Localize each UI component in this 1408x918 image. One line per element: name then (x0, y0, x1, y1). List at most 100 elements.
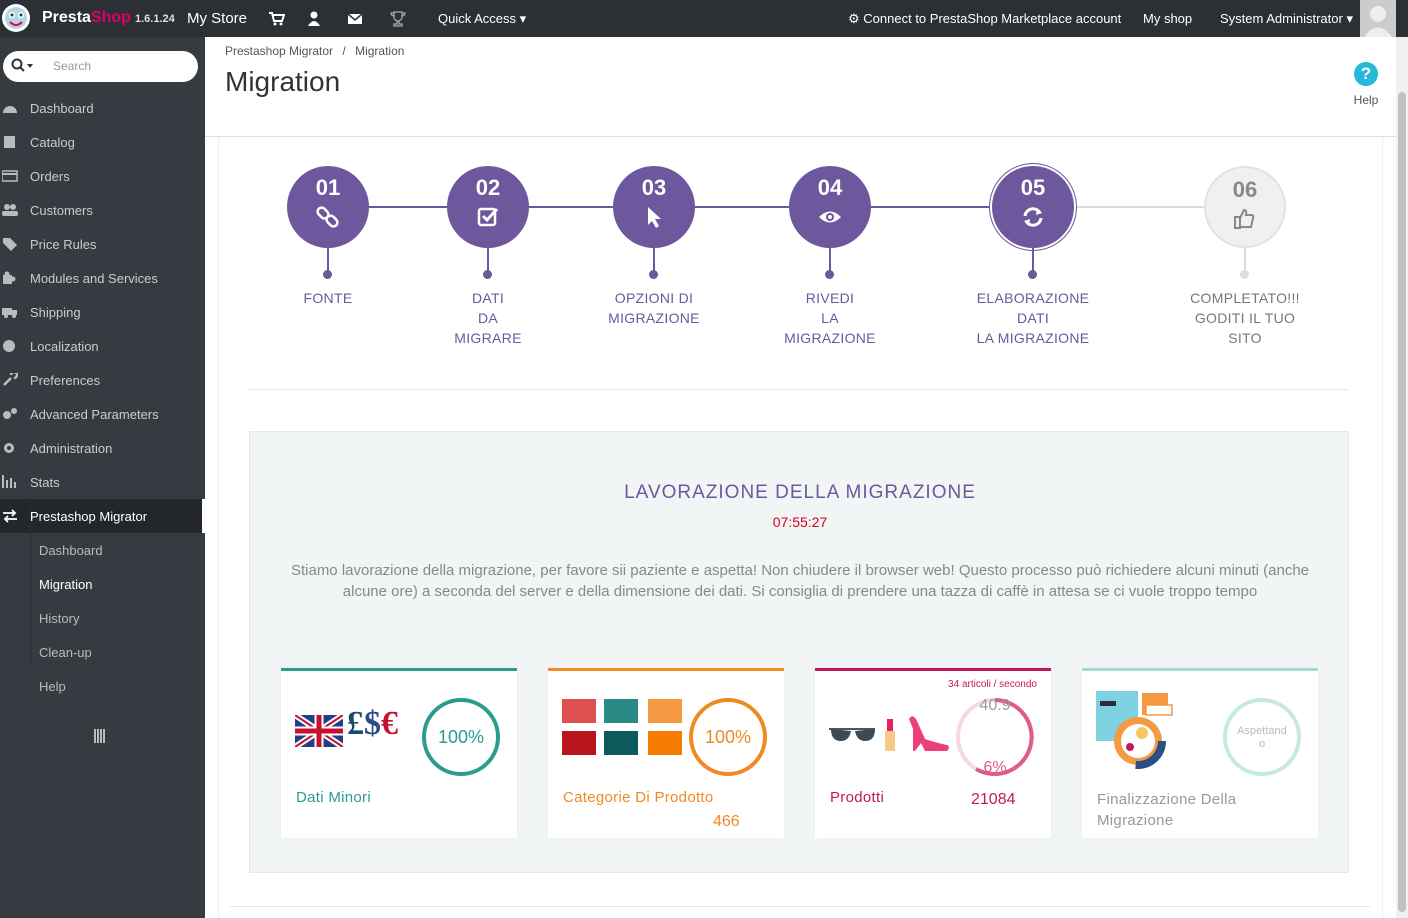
progress-title: LAVORAZIONE DELLA MIGRAZIONE (624, 482, 976, 503)
thumbs-up-icon (1234, 208, 1255, 229)
page-scrollbar[interactable] (1396, 37, 1408, 918)
sidebar-item-modules[interactable]: Modules and Services (0, 261, 205, 295)
progress-percent: 100% (437, 727, 485, 747)
card-name: Dati Minori (296, 789, 371, 806)
step-number: 02 (475, 175, 501, 200)
sidebar-item-dashboard[interactable]: Dashboard (0, 91, 205, 125)
link-icon (316, 206, 339, 228)
sidebar-item-orders[interactable]: Orders (0, 159, 205, 193)
users-icon (2, 204, 18, 216)
trophy-icon[interactable] (389, 10, 407, 28)
sidebar-item-catalog[interactable]: Catalog (0, 125, 205, 159)
uk-flag-icon (295, 715, 343, 747)
quick-access-dropdown[interactable]: Quick Access ▾ (438, 11, 526, 27)
breadcrumb: Prestashop Migrator / Migration (225, 44, 410, 58)
tags-icon (3, 238, 17, 251)
step-03: 03 (613, 166, 695, 248)
step-number: 03 (641, 175, 667, 200)
step-dot (825, 270, 834, 279)
products-icon (829, 716, 949, 751)
dashboard-icon (3, 106, 17, 113)
gear-icon (4, 443, 14, 453)
book-icon (4, 136, 15, 148)
cursor-icon (648, 207, 661, 228)
card-name: Categorie Di Prodotto (563, 789, 714, 806)
puzzle-icon (3, 271, 16, 284)
store-name-link[interactable]: My Store (187, 10, 247, 27)
rate-label: 34 articoli / secondo (948, 679, 1037, 690)
breadcrumb-item[interactable]: Prestashop Migrator (225, 44, 333, 58)
customer-icon[interactable] (305, 10, 323, 28)
migration-progress-box: LAVORAZIONE DELLA MIGRAZIONE 07:55:27 St… (249, 431, 1349, 873)
categories-grid-icon (562, 699, 682, 755)
sidebar-item-advanced-parameters[interactable]: Advanced Parameters (0, 397, 205, 431)
sidebar-item-administration[interactable]: Administration (0, 431, 205, 465)
currency-symbols: £$€ (347, 705, 398, 742)
step-label-03: OPZIONI DI MIGRAZIONE (608, 290, 700, 326)
step-06: 06 (1204, 166, 1286, 248)
finalization-icon (1096, 691, 1173, 769)
sidebar-item-stats[interactable]: Stats (0, 465, 205, 499)
cart-icon[interactable] (267, 10, 285, 28)
item-count: 466 (713, 813, 740, 830)
checkbox-icon (477, 207, 499, 227)
help-button[interactable]: ? Help (1354, 62, 1380, 107)
progress-value-top: 40.9 (979, 697, 1011, 714)
item-count: 21084 (971, 791, 1016, 808)
avatar[interactable] (1360, 0, 1396, 37)
step-dot (483, 270, 492, 279)
wrench-icon (3, 373, 18, 386)
card-prodotti: 34 articoli / secondo 40.9 6% Prodotti 2… (815, 668, 1051, 838)
card-finalizzazione: Aspettand o Finalizzazione Della Migrazion… (1082, 668, 1318, 838)
breadcrumb-item[interactable]: Migration (355, 44, 404, 58)
sidebar-item-customers[interactable]: Customers (0, 193, 205, 227)
step-number: 05 (1020, 175, 1046, 200)
step-label-01: FONTE (303, 290, 353, 306)
my-shop-link[interactable]: My shop (1143, 11, 1192, 26)
message-icon[interactable] (346, 10, 364, 28)
step-01: 01 (287, 166, 369, 248)
step-05: 05 (992, 166, 1074, 248)
submenu-item-dashboard[interactable]: Dashboard (39, 543, 103, 558)
progress-status: Aspettand o (1237, 725, 1287, 750)
sidebar-item-localization[interactable]: Localization (0, 329, 205, 363)
collapse-sidebar-icon[interactable] (94, 729, 106, 743)
step-stem (653, 248, 655, 272)
step-label-02: DATI DA MIGRARE (454, 290, 522, 346)
globe-icon (3, 340, 15, 352)
credit-card-icon (2, 170, 18, 182)
scrollbar-thumb[interactable] (1398, 92, 1406, 912)
page-title: Migration (225, 66, 341, 97)
step-stem (487, 248, 489, 272)
refresh-icon (1023, 207, 1043, 227)
truck-icon (2, 308, 17, 318)
submenu-item-cleanup[interactable]: Clean-up (39, 645, 92, 660)
page-header: Prestashop Migrator / Migration Migratio… (205, 37, 1408, 137)
exchange-icon (3, 509, 17, 523)
sidebar-item-price-rules[interactable]: Price Rules (0, 227, 205, 261)
help-icon: ? (1354, 62, 1378, 86)
search-input[interactable]: Search (3, 51, 198, 82)
marketplace-connect-link[interactable]: ⚙ Connect to PrestaShop Marketplace acco… (848, 11, 1121, 27)
migrator-submenu: Dashboard Migration History Clean-up Hel… (30, 497, 205, 694)
user-menu-dropdown[interactable]: System Administrator ▾ (1220, 11, 1353, 27)
submenu-item-help[interactable]: Help (39, 679, 66, 694)
progress-percent: 100% (704, 727, 752, 747)
bar-chart-icon (2, 475, 16, 488)
sidebar-item-preferences[interactable]: Preferences (0, 363, 205, 397)
step-number: 04 (817, 175, 843, 200)
step-stem (829, 248, 831, 272)
submenu-item-migration[interactable]: Migration (39, 577, 92, 592)
divider (230, 906, 1370, 907)
step-stem (1032, 248, 1034, 272)
card-dati-minori: £$€ 100% Dati Minori (281, 668, 517, 838)
step-number: 01 (315, 175, 341, 200)
sidebar-item-shipping[interactable]: Shipping (0, 295, 205, 329)
brand-name[interactable]: PrestaShop (42, 9, 131, 27)
submenu-item-history[interactable]: History (39, 611, 79, 626)
step-stem (327, 248, 329, 272)
prestashop-logo-icon[interactable] (0, 0, 32, 37)
step-stem (1244, 248, 1246, 272)
search-placeholder: Search (53, 59, 92, 73)
search-icon[interactable] (11, 58, 35, 74)
